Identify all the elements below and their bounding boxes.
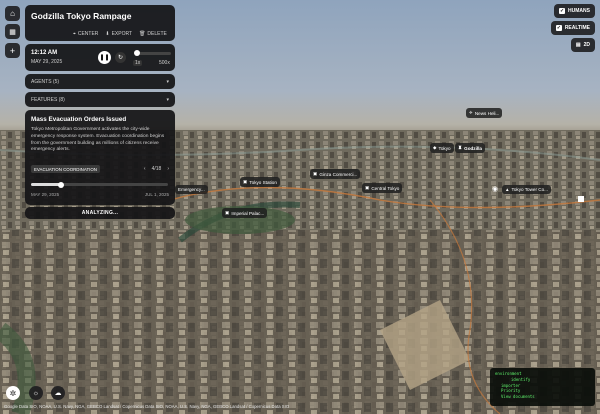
timeline-progress	[31, 183, 62, 186]
building-icon: ▣	[225, 210, 230, 215]
map-label-tokyo-station[interactable]: ▣ Tokyo Station	[240, 177, 280, 187]
pin-icon: ◆	[433, 145, 437, 150]
time-control-panel: 12:12 AM MAY 29, 2025 ❚❚ ↻ 1x 500x	[25, 44, 175, 71]
building-icon: ▣	[365, 185, 370, 190]
speed-max-label: 500x	[159, 60, 170, 66]
timeline-track[interactable]	[31, 181, 168, 188]
realtime-label: REALTIME	[564, 25, 590, 31]
helicopter-icon: ✈	[469, 110, 473, 115]
view-mode-button[interactable]: ▤ 2D	[570, 38, 595, 52]
pause-icon: ❚❚	[99, 55, 110, 61]
map-label-emergency[interactable]: Emergency...	[175, 185, 208, 194]
timeline-thumb[interactable]	[58, 181, 65, 188]
settings-button[interactable]: ✲	[6, 386, 20, 400]
chevron-down-icon: ▾	[166, 96, 169, 103]
location-pin-icon[interactable]: ◉	[492, 185, 498, 193]
map-label-news-heli[interactable]: ✈ News Heli...	[466, 108, 503, 118]
plus-icon: +	[9, 45, 16, 56]
analyzing-label: ANALYZING...	[81, 210, 119, 216]
trash-icon: 🗑	[139, 31, 146, 37]
event-counter: 4/18	[151, 166, 162, 172]
weather-button[interactable]: ☼	[29, 386, 43, 400]
godzilla-text: Godzilla	[464, 145, 482, 151]
speed-slider[interactable]	[134, 50, 171, 56]
terminal-panel: environment identify importer Priority V…	[490, 368, 595, 406]
reset-button[interactable]: ↻	[115, 52, 126, 63]
delete-button[interactable]: 🗑 DELETE	[139, 31, 167, 37]
delete-label: DELETE	[147, 31, 167, 37]
tokyo-tower-text: Tokyo Tower Co...	[511, 187, 548, 192]
crosshair-icon: ⌖	[73, 31, 76, 37]
gear-icon: ✲	[9, 388, 17, 398]
timeline-end-date: JUL 1, 2025	[144, 192, 169, 197]
speed-min-label: 1x	[133, 60, 143, 66]
grid-icon: ▦	[9, 28, 16, 36]
tokyo-station-text: Tokyo Station	[249, 179, 277, 185]
event-tag: EVACUATION COORDINATION	[31, 165, 100, 173]
building-icon: ▣	[313, 171, 318, 176]
map-viewport[interactable]: ⌂ ▦ + Godzilla Tokyo Rampage ⌖ CENTER ⬇ …	[0, 0, 600, 414]
home-icon: ⌂	[10, 9, 15, 18]
monster-icon: ♜	[458, 145, 463, 150]
add-button[interactable]: +	[5, 43, 20, 58]
central-tokyo-text: Central Tokyo	[371, 185, 400, 191]
prev-event-button[interactable]: ‹	[144, 166, 146, 172]
features-label: FEATURES (8)	[31, 96, 65, 103]
layers-button[interactable]: ▦	[5, 24, 20, 39]
humans-label: HUMANS	[568, 8, 590, 14]
event-description: Tokyo Metropolitan Government activates …	[31, 127, 165, 153]
features-section-toggle[interactable]: FEATURES (8) ▾	[25, 92, 175, 107]
map-label-imperial-palace[interactable]: ▣ Imperial Palac...	[222, 208, 268, 218]
center-label: CENTER	[77, 31, 99, 37]
home-button[interactable]: ⌂	[5, 6, 20, 21]
agents-label: AGENTS (5)	[31, 78, 60, 85]
checkbox-icon: ✓	[559, 8, 566, 14]
humans-toggle[interactable]: ✓ HUMANS	[554, 4, 595, 18]
event-card: Mass Evacuation Orders Issued Tokyo Metr…	[25, 110, 175, 205]
imperial-palace-text: Imperial Palac...	[231, 210, 265, 216]
sun-icon: ☼	[32, 389, 40, 397]
scenario-header: Godzilla Tokyo Rampage ⌖ CENTER ⬇ EXPORT…	[25, 5, 175, 41]
map-label-tokyo-tower[interactable]: ▲ Tokyo Tower Co...	[502, 185, 551, 194]
export-label: EXPORT	[111, 31, 133, 37]
timeline-start-date: MAY 29, 2025	[31, 192, 60, 197]
building-icon: ▣	[243, 179, 248, 184]
map-label-godzilla[interactable]: ♜ Godzilla	[455, 143, 485, 153]
clock-text: 12:12 AM	[31, 50, 58, 56]
agents-section-toggle[interactable]: AGENTS (5) ▾	[25, 74, 175, 89]
next-event-button[interactable]: ›	[167, 166, 169, 172]
map-label-ginza[interactable]: ▣ Ginza Commerci...	[310, 169, 361, 179]
map-marker-square[interactable]	[578, 196, 584, 202]
checkbox-icon: ✓	[555, 25, 562, 31]
terminal-line: View documents	[501, 394, 535, 400]
speed-slider-thumb[interactable]	[134, 50, 140, 56]
page-title: Godzilla Tokyo Rampage	[31, 11, 132, 21]
view-mode-icon: ▤	[575, 42, 581, 48]
event-title: Mass Evacuation Orders Issued	[31, 116, 127, 123]
map-attribution: Google Data SIO, NOAA, U.S. Navy, NGA, G…	[4, 404, 290, 409]
view-mode-label: 2D	[583, 42, 590, 48]
map-label-central-tokyo[interactable]: ▣ Central Tokyo	[362, 183, 403, 193]
download-icon: ⬇	[105, 31, 110, 37]
center-button[interactable]: ⌖ CENTER	[73, 31, 98, 37]
refresh-icon: ↻	[117, 55, 124, 61]
cloud-icon: ☁	[54, 390, 62, 397]
analyzing-status: ANALYZING...	[25, 207, 175, 219]
cloud-button[interactable]: ☁	[51, 386, 65, 400]
news-heli-text: News Heli...	[474, 110, 500, 116]
date-text: MAY 29, 2025	[31, 59, 63, 65]
play-pause-button[interactable]: ❚❚	[98, 51, 111, 64]
emergency-text: Emergency...	[178, 187, 205, 192]
tokyo-text: Tokyo	[438, 145, 451, 151]
realtime-toggle[interactable]: ✓ REALTIME	[550, 21, 595, 35]
ginza-text: Ginza Commerci...	[319, 171, 358, 177]
chevron-down-icon: ▾	[166, 78, 169, 85]
map-label-tokyo[interactable]: ◆ Tokyo	[430, 143, 454, 153]
export-button[interactable]: ⬇ EXPORT	[105, 31, 132, 37]
tower-icon: ▲	[505, 187, 510, 192]
